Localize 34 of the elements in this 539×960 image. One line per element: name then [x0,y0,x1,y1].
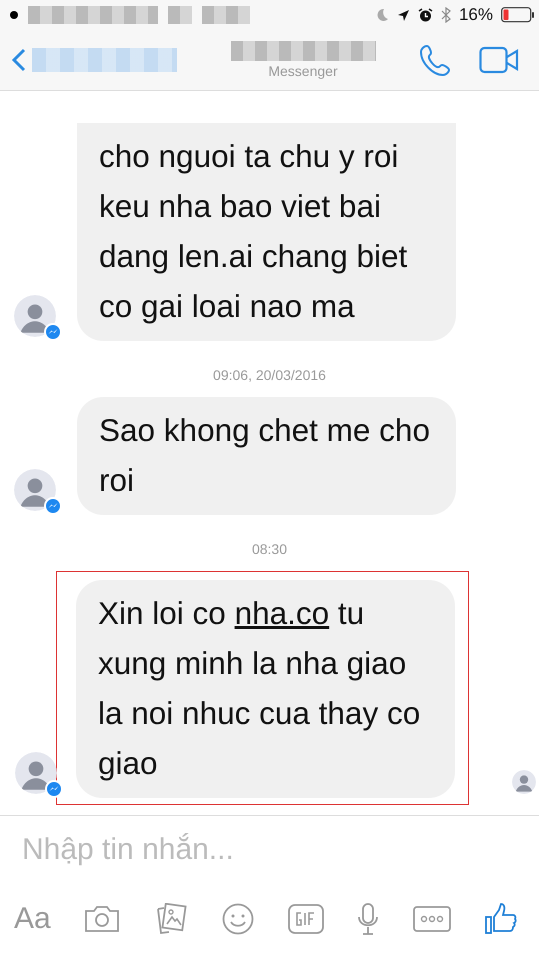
microphone-icon[interactable] [357,903,380,935]
avatar [15,752,57,794]
conversation-subtitle: Messenger [268,63,338,79]
message-bubble: cho nguoi ta chu y roi keu nha bao viet bai dang len.ai chang biet co gai loai nao ma [77,123,456,341]
video-camera-icon[interactable] [479,46,519,74]
alarm-clock-icon [418,8,433,22]
redacted-text [168,6,192,24]
timestamp: 09:06, 20/03/2016 [213,367,326,383]
gif-button[interactable] [288,904,324,934]
signal-icon [10,11,18,19]
battery-percentage: 16% [458,5,493,25]
timestamp: 08:30 [252,541,288,557]
camera-icon[interactable] [84,905,120,933]
avatar [14,469,56,511]
message-input[interactable]: Nhập tin nhắn... [22,833,517,867]
messenger-badge-icon [44,323,62,341]
thumbs-up-icon[interactable] [484,903,517,935]
phone-icon[interactable] [419,43,453,77]
battery-icon [501,7,535,23]
message-bubble: Xin loi co nha.co tu xung minh la nha giao la noi nhuc cua thay co giao [76,580,455,798]
back-chevron-icon[interactable] [12,48,26,72]
avatar [14,295,56,337]
messenger-badge-icon [44,497,62,515]
emoji-icon[interactable] [222,903,254,935]
message-bubble: Sao khong chet me cho roi [77,397,456,515]
bluetooth-icon [440,7,451,23]
photo-gallery-icon[interactable] [154,903,188,935]
messenger-badge-icon [45,780,63,798]
redacted-text [202,6,250,24]
message-link[interactable]: nha.co [234,595,330,631]
more-options-icon[interactable] [413,906,452,932]
gif-icon [288,904,324,934]
moon-icon [374,8,389,22]
location-arrow-icon [396,8,410,22]
